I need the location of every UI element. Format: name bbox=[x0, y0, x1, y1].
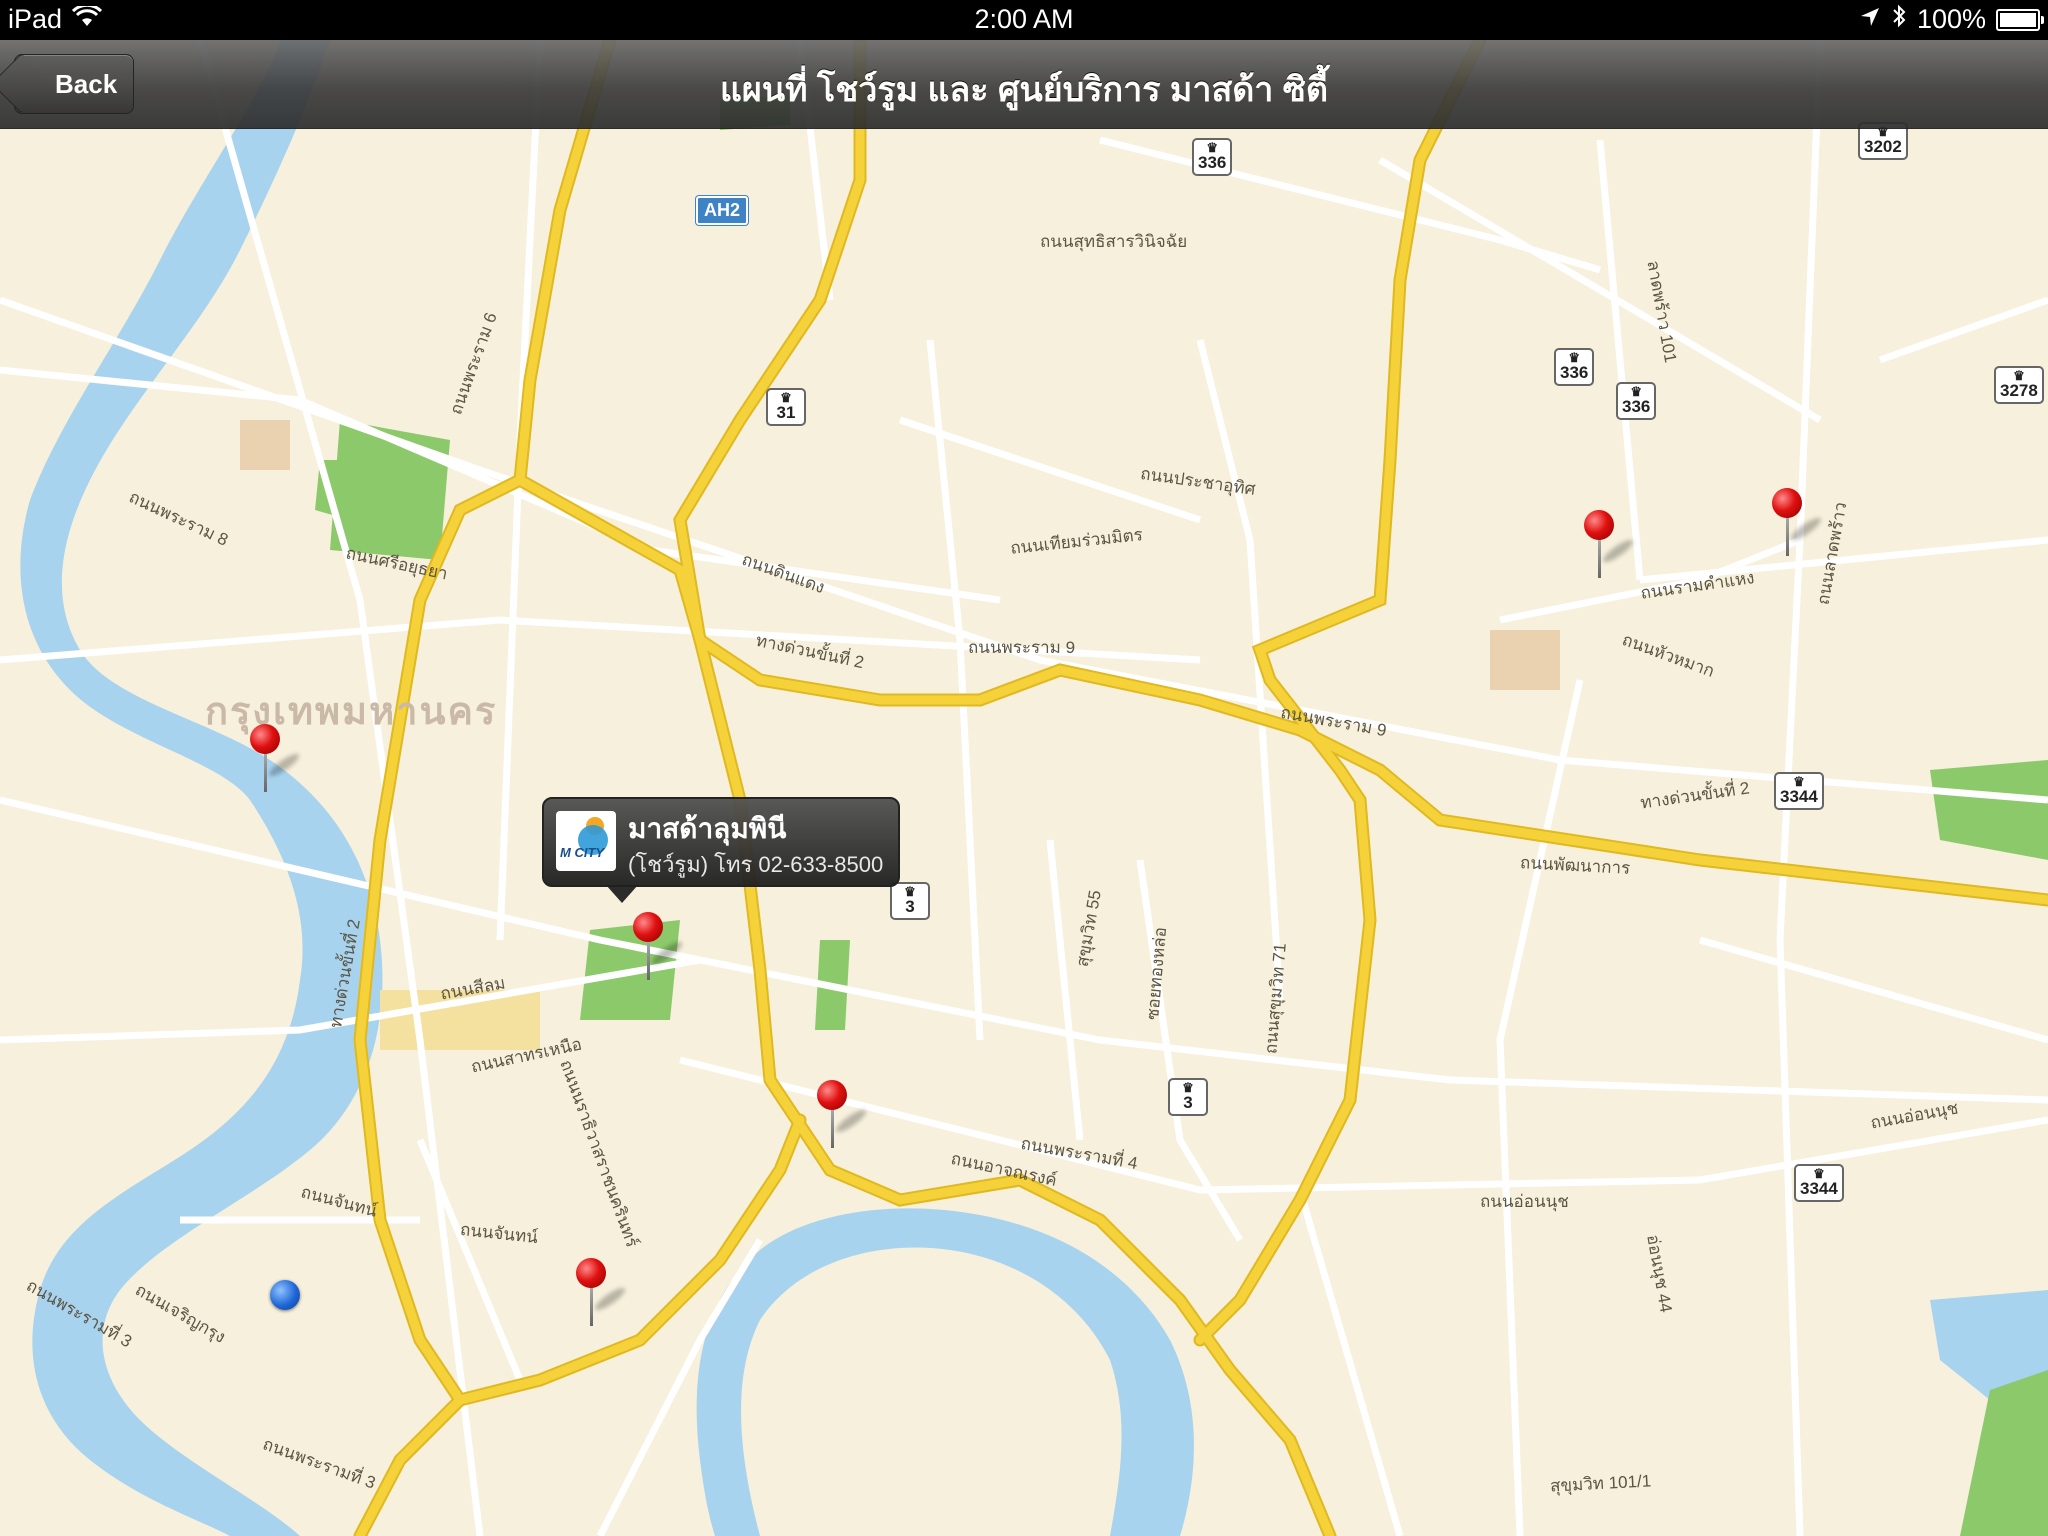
road-label: ถนนสุทธิสารวินิจฉัย bbox=[1040, 232, 1188, 251]
callout-subtitle: (โชว์รูม) โทร 02-633-8500 bbox=[628, 852, 884, 877]
route-shield: ♛ 31 bbox=[766, 388, 806, 426]
callout-title: มาสด้าลุมพินี bbox=[628, 813, 787, 844]
route-shield: ♛ 3278 bbox=[1994, 366, 2044, 404]
navigation-bar: Back แผนที่ โชว์รูม และ ศูนย์บริการ มาสด… bbox=[0, 40, 2048, 129]
route-shield: ♛ 336 bbox=[1616, 382, 1657, 420]
route-shield: ♛ 3 bbox=[1168, 1078, 1208, 1116]
road-label: ถนนพัฒนาการ bbox=[1519, 853, 1631, 878]
district-1 bbox=[240, 420, 290, 470]
district-2 bbox=[1490, 630, 1560, 690]
showroom-pin[interactable] bbox=[1584, 510, 1636, 580]
status-bar: iPad 2:00 AM 100% bbox=[0, 0, 2048, 40]
road-label: ถนนอ่อนนุช bbox=[1480, 1192, 1569, 1211]
current-location-dot bbox=[270, 1280, 300, 1310]
asian-highway-shield: AH2 bbox=[696, 196, 749, 225]
mazda-city-logo: M CITY bbox=[556, 811, 616, 871]
map-view[interactable]: กรุงเทพมหานคร ถนนสุทธิสารวินิจฉัย ถนนประ… bbox=[0, 40, 2048, 1536]
showroom-pin[interactable] bbox=[576, 1258, 628, 1328]
location-arrow-icon bbox=[1859, 4, 1881, 35]
pin-callout[interactable]: M CITY มาสด้าลุมพินี (โชว์รูม) โทร 02-63… bbox=[542, 797, 900, 903]
city-label: กรุงเทพมหานคร bbox=[205, 691, 498, 733]
page-title: แผนที่ โชว์รูม และ ศูนย์บริการ มาสด้า ซิ… bbox=[720, 71, 1328, 109]
route-shield: ♛ 3344 bbox=[1794, 1164, 1844, 1202]
road-label: ถนนพระราม 9 bbox=[968, 638, 1076, 657]
battery-fill bbox=[2000, 12, 2036, 27]
route-shield: ♛ 336 bbox=[1554, 348, 1595, 386]
status-time: 2:00 AM bbox=[974, 4, 1074, 34]
showroom-pin[interactable] bbox=[817, 1080, 869, 1150]
bluetooth-icon bbox=[1891, 4, 1907, 35]
selected-showroom-pin[interactable] bbox=[633, 912, 685, 982]
park-6 bbox=[1960, 1370, 2048, 1536]
park-5 bbox=[1930, 760, 2048, 860]
route-shield: ♛ 336 bbox=[1192, 138, 1233, 176]
river-east bbox=[696, 1208, 1194, 1536]
showroom-pin[interactable] bbox=[1772, 488, 1824, 558]
showroom-pin[interactable] bbox=[250, 724, 302, 794]
battery-icon bbox=[1996, 8, 2044, 31]
route-shield: ♛ 3344 bbox=[1774, 772, 1824, 810]
road-label: สุขุมวิท 101/1 bbox=[1549, 1471, 1652, 1496]
route-shield: ♛ 3 bbox=[890, 882, 930, 920]
battery-percent: 100% bbox=[1916, 4, 1986, 34]
